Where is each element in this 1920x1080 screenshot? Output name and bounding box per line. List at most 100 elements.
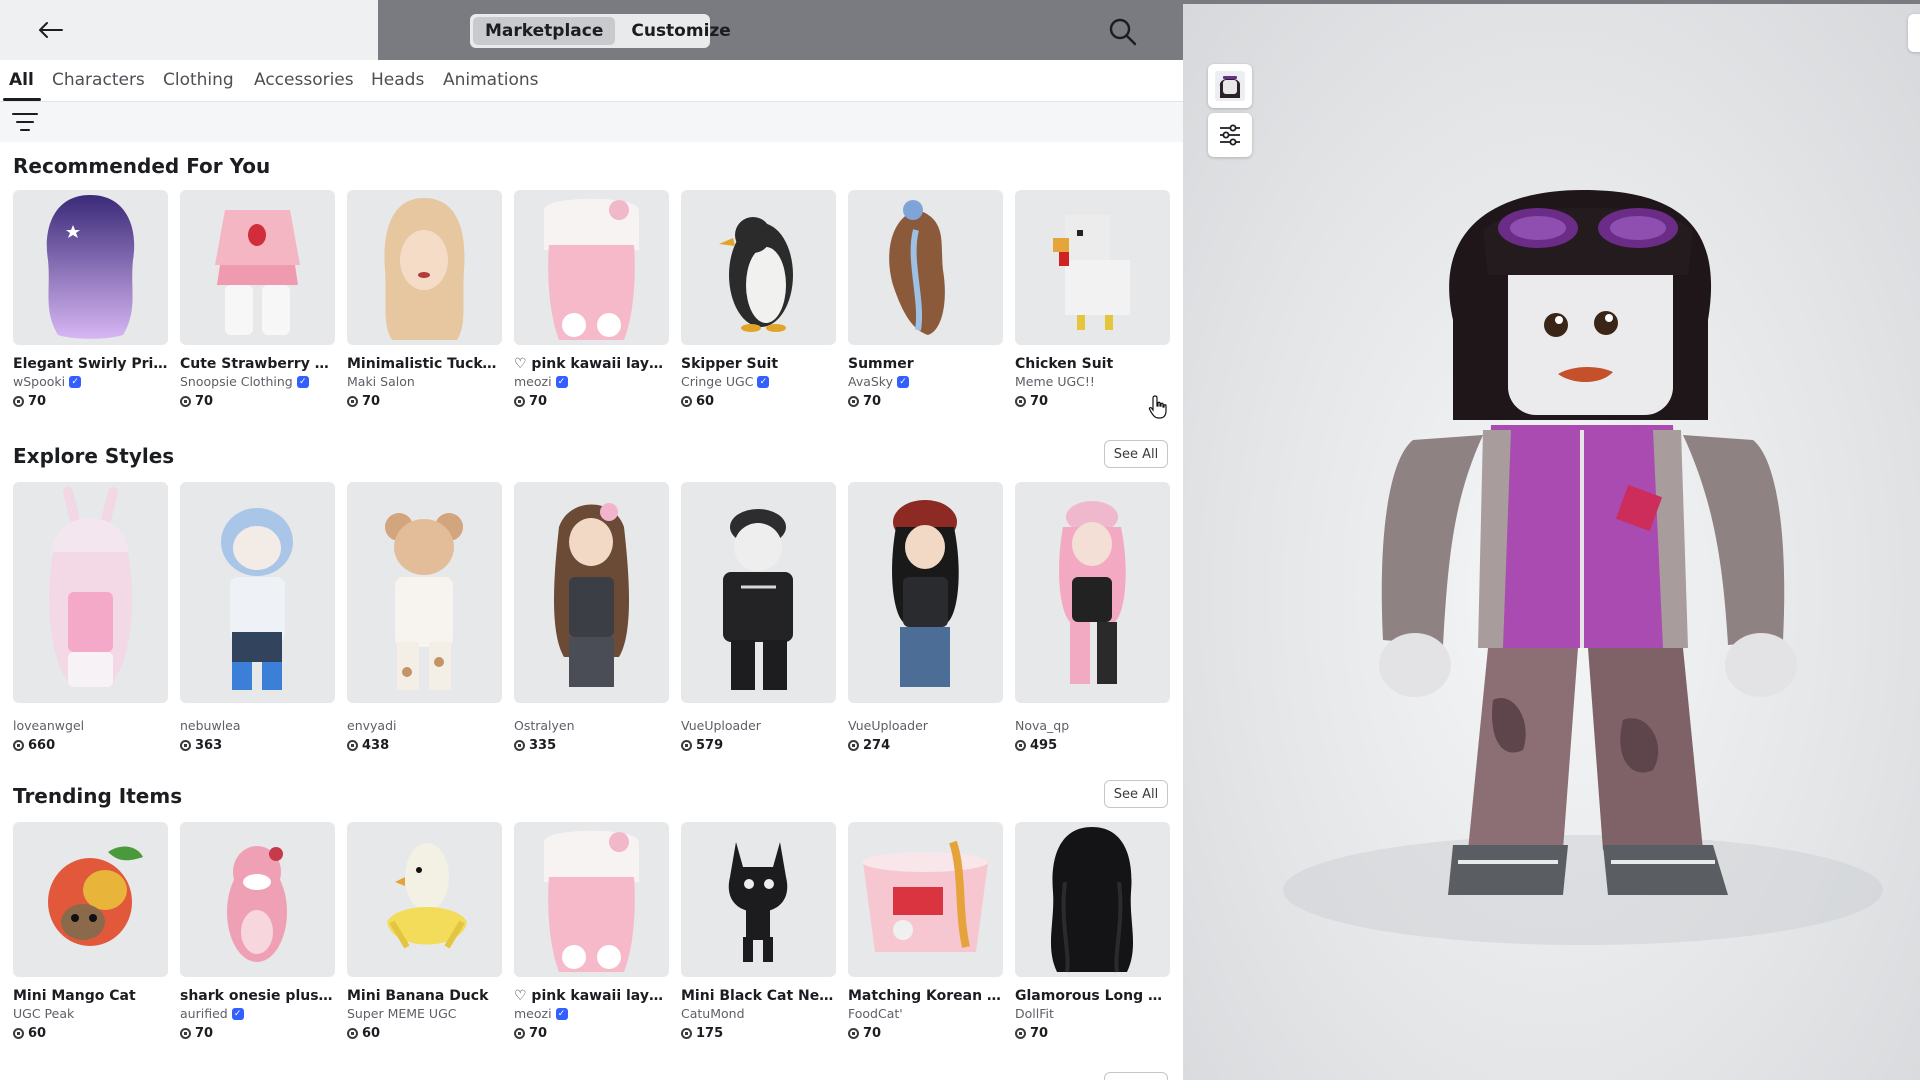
style-creator: nebuwlea bbox=[180, 718, 241, 733]
tab-clothing[interactable]: Clothing bbox=[163, 70, 234, 90]
item-creator: Meme UGC!! bbox=[1015, 374, 1170, 389]
price-value: 70 bbox=[863, 394, 882, 409]
long-hair-avatar-thumbnail bbox=[554, 503, 629, 687]
robux-icon bbox=[681, 396, 692, 407]
item-card[interactable]: Matching Korean Bu... FoodCat' 70 bbox=[848, 822, 1003, 1041]
customize-tab[interactable]: Customize bbox=[619, 17, 742, 45]
item-name: ♡ pink kawaii layere... bbox=[514, 988, 669, 1004]
item-name: Minimalistic Tucked ... bbox=[347, 356, 502, 372]
item-card[interactable]: Mini Black Cat Neon CatuMond 175 bbox=[681, 822, 836, 1041]
robux-icon bbox=[514, 740, 525, 751]
purple-hair-thumbnail bbox=[46, 195, 135, 339]
robux-icon bbox=[180, 740, 191, 751]
item-thumbnail bbox=[514, 190, 669, 345]
item-creator: UGC Peak bbox=[13, 1006, 168, 1021]
style-card[interactable]: nebuwlea 363 bbox=[180, 482, 335, 753]
tab-animations[interactable]: Animations bbox=[443, 70, 539, 90]
item-card[interactable]: Mini Mango Cat UGC Peak 60 bbox=[13, 822, 168, 1041]
item-card[interactable]: Mini Banana Duck Super MEME UGC 60 bbox=[347, 822, 502, 1041]
creator-name: Snoopsie Clothing bbox=[180, 374, 293, 389]
price-value: 274 bbox=[863, 738, 891, 753]
price-value: 579 bbox=[696, 738, 724, 753]
item-thumbnail bbox=[347, 190, 502, 345]
tab-all[interactable]: All bbox=[9, 70, 34, 90]
item-price: 175 bbox=[681, 1026, 836, 1041]
item-thumbnail bbox=[180, 822, 335, 977]
item-card[interactable]: ♡ pink kawaii layere... meozi✓ 70 bbox=[514, 190, 669, 409]
back-button[interactable] bbox=[30, 13, 70, 47]
section-title-trending-items: Trending Items bbox=[13, 784, 183, 808]
item-card[interactable]: ♡ pink kawaii layere... meozi✓ 70 bbox=[514, 822, 669, 1041]
filter-icon bbox=[12, 113, 38, 131]
robux-icon bbox=[848, 740, 859, 751]
item-thumbnail bbox=[1015, 822, 1170, 977]
style-price: 660 bbox=[13, 738, 168, 753]
item-price: 70 bbox=[1015, 1026, 1170, 1041]
trending-see-all-button[interactable]: See All bbox=[1104, 780, 1168, 808]
creator-name: aurified bbox=[180, 1006, 228, 1021]
price-value: 70 bbox=[28, 394, 47, 409]
filter-button[interactable] bbox=[12, 110, 38, 134]
tab-characters[interactable]: Characters bbox=[52, 70, 145, 90]
style-card[interactable]: VueUploader 274 bbox=[848, 482, 1003, 753]
style-card[interactable]: loveanwgel 660 bbox=[13, 482, 168, 753]
price-value: 60 bbox=[696, 394, 715, 409]
style-card[interactable]: VueUploader 579 bbox=[681, 482, 836, 753]
style-card[interactable]: Nova_qp 495 bbox=[1015, 482, 1170, 753]
style-creator: envyadi bbox=[347, 718, 397, 733]
search-button[interactable] bbox=[1107, 16, 1139, 48]
explore-see-all-button[interactable]: See All bbox=[1104, 440, 1168, 468]
price-value: 70 bbox=[529, 394, 548, 409]
robux-icon bbox=[514, 396, 525, 407]
item-name: Mini Banana Duck bbox=[347, 988, 489, 1004]
style-creator: Ostralyen bbox=[514, 718, 575, 733]
item-creator: wSpooki ✓ bbox=[13, 374, 168, 389]
item-card[interactable]: Summer AvaSky ✓ 70 bbox=[848, 190, 1003, 409]
item-creator: DollFit bbox=[1015, 1006, 1170, 1021]
item-thumbnail bbox=[1015, 190, 1170, 345]
price-value: 175 bbox=[696, 1026, 724, 1041]
penguin-suit-thumbnail bbox=[719, 217, 793, 332]
style-creator: Nova_qp bbox=[1015, 718, 1070, 733]
robux-icon bbox=[13, 1028, 24, 1039]
item-creator: Cringe UGC ✓ bbox=[681, 374, 836, 389]
tab-heads[interactable]: Heads bbox=[371, 70, 424, 90]
marketplace-tab[interactable]: Marketplace bbox=[473, 17, 616, 45]
pink-kawaii-hair-thumbnail bbox=[544, 830, 639, 972]
robux-icon bbox=[180, 396, 191, 407]
verified-badge-icon: ✓ bbox=[231, 1007, 244, 1020]
mango-cat-thumbnail bbox=[48, 846, 143, 946]
item-creator: CatuMond bbox=[681, 1006, 836, 1021]
item-card[interactable]: Minimalistic Tucked ... Maki Salon 70 bbox=[347, 190, 502, 409]
next-section-see-all-button[interactable] bbox=[1104, 1072, 1168, 1080]
item-price: 70 bbox=[347, 394, 502, 409]
catalog-content: Recommended For You Elegant Swirly Princ… bbox=[0, 142, 1183, 1080]
item-creator: Snoopsie Clothing ✓ bbox=[180, 374, 335, 389]
style-card[interactable]: Ostralyen 335 bbox=[514, 482, 669, 753]
item-card[interactable]: Elegant Swirly Princ... wSpooki✓ 70 bbox=[13, 190, 168, 409]
item-thumbnail bbox=[13, 190, 168, 345]
price-value: 70 bbox=[529, 1026, 548, 1041]
style-price: 274 bbox=[848, 738, 1003, 753]
item-price: 70 bbox=[514, 1026, 669, 1041]
item-card[interactable]: Cute Strawberry Out... Snoopsie Clothing… bbox=[180, 190, 335, 409]
item-name: Glamorous Long Bla... bbox=[1015, 988, 1170, 1004]
item-card[interactable]: shark onesie plushie aurified ✓ 70 bbox=[180, 822, 335, 1041]
price-value: 70 bbox=[1030, 394, 1049, 409]
style-thumbnail bbox=[848, 482, 1003, 703]
verified-badge-icon: ✓ bbox=[897, 375, 910, 388]
item-creator: meozi ✓ bbox=[514, 1006, 669, 1021]
item-price: 70 bbox=[13, 394, 168, 409]
item-thumbnail bbox=[514, 822, 669, 977]
active-tab-underline bbox=[3, 98, 41, 101]
item-price: 60 bbox=[681, 394, 836, 409]
style-creator: VueUploader bbox=[848, 718, 928, 733]
item-name: Elegant Swirly Princ... bbox=[13, 356, 168, 372]
style-card[interactable]: envyadi 438 bbox=[347, 482, 502, 753]
item-card[interactable]: Chicken Suit Meme UGC!! 70 bbox=[1015, 190, 1170, 409]
item-card[interactable]: Glamorous Long Bla... DollFit 70 bbox=[1015, 822, 1170, 1041]
tab-accessories[interactable]: Accessories bbox=[254, 70, 354, 90]
item-card[interactable]: Skipper Suit Cringe UGC ✓ 60 bbox=[681, 190, 836, 409]
item-creator: FoodCat' bbox=[848, 1006, 1003, 1021]
mode-toggle: Marketplace Customize bbox=[470, 14, 731, 48]
